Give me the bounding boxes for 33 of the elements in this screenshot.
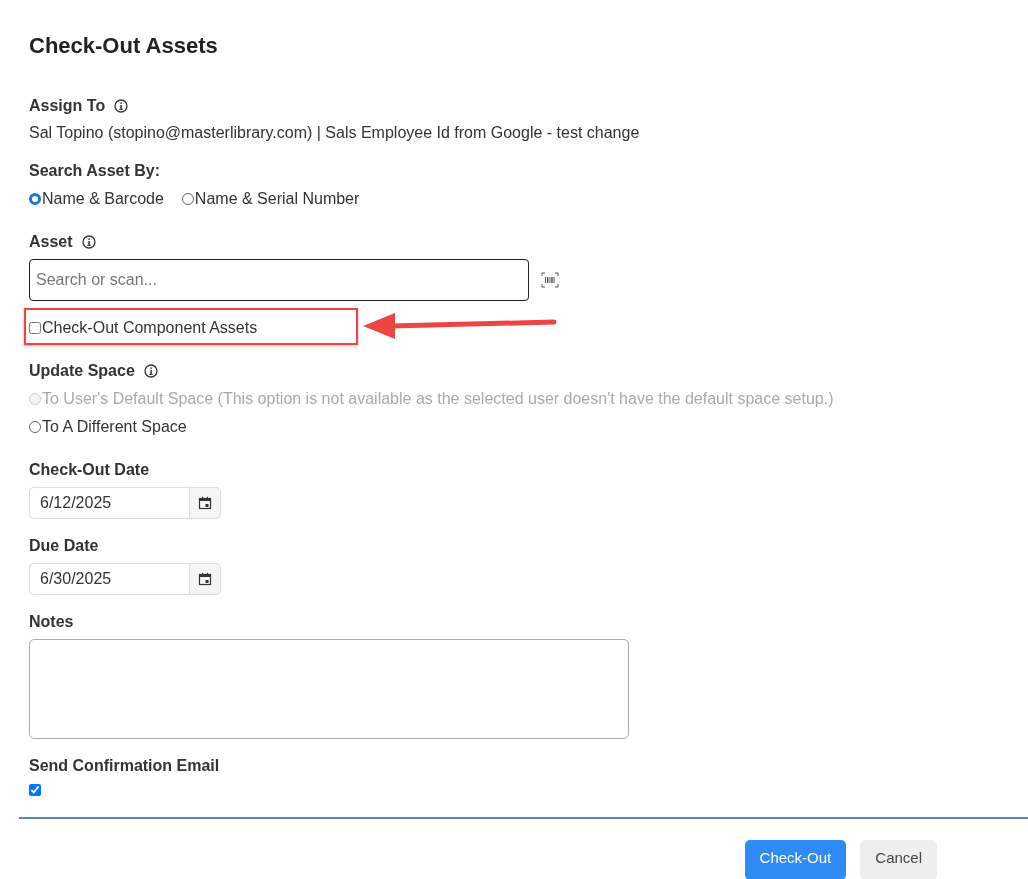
info-icon[interactable] [143,364,158,378]
field-label: Asset [29,233,73,251]
field-label: Check-Out Date [29,461,150,479]
radio-label: To A Different Space [42,417,187,437]
assignee-text: Sal Topino (stopino@masterlibrary.com) | Sals Employee Id from Google - test change [29,123,641,143]
radio-button[interactable] [181,193,194,205]
radio-button[interactable] [29,193,41,205]
radio-label: To User's Default Space (This option is not available as the selected user doesn't have the default space setup.) [42,389,834,409]
field-label: Search Asset By: [29,162,161,180]
radio-label: Name & Barcode [42,189,164,209]
cancel-button[interactable]: Cancel [860,840,937,879]
search-field[interactable]: Search or scan... [29,259,529,301]
checkbox[interactable] [29,784,41,796]
checkbox[interactable] [29,322,41,334]
checkbox-label: Check-Out Component Assets [42,318,258,338]
field-label: Send Confirmation Email [29,757,220,775]
radio-button[interactable] [29,421,41,433]
calendar-icon [198,572,212,586]
radio-label: Name & Serial Number [194,189,360,209]
calendar-button[interactable] [189,487,221,519]
field-label: Due Date [29,537,99,555]
calendar-icon [198,496,212,510]
field-label: Notes [29,613,74,631]
info-icon[interactable] [114,99,129,113]
date-field[interactable]: 6/30/2025 [29,563,189,595]
notes-field[interactable] [29,639,629,739]
field-label: Assign To [29,97,106,115]
calendar-button[interactable] [189,563,221,595]
field-label: Update Space [29,362,135,380]
info-icon[interactable] [81,235,96,249]
dialog-title: Check-Out Assets [29,32,219,60]
date-field[interactable]: 6/12/2025 [29,487,189,519]
barcode-icon[interactable] [541,272,559,288]
